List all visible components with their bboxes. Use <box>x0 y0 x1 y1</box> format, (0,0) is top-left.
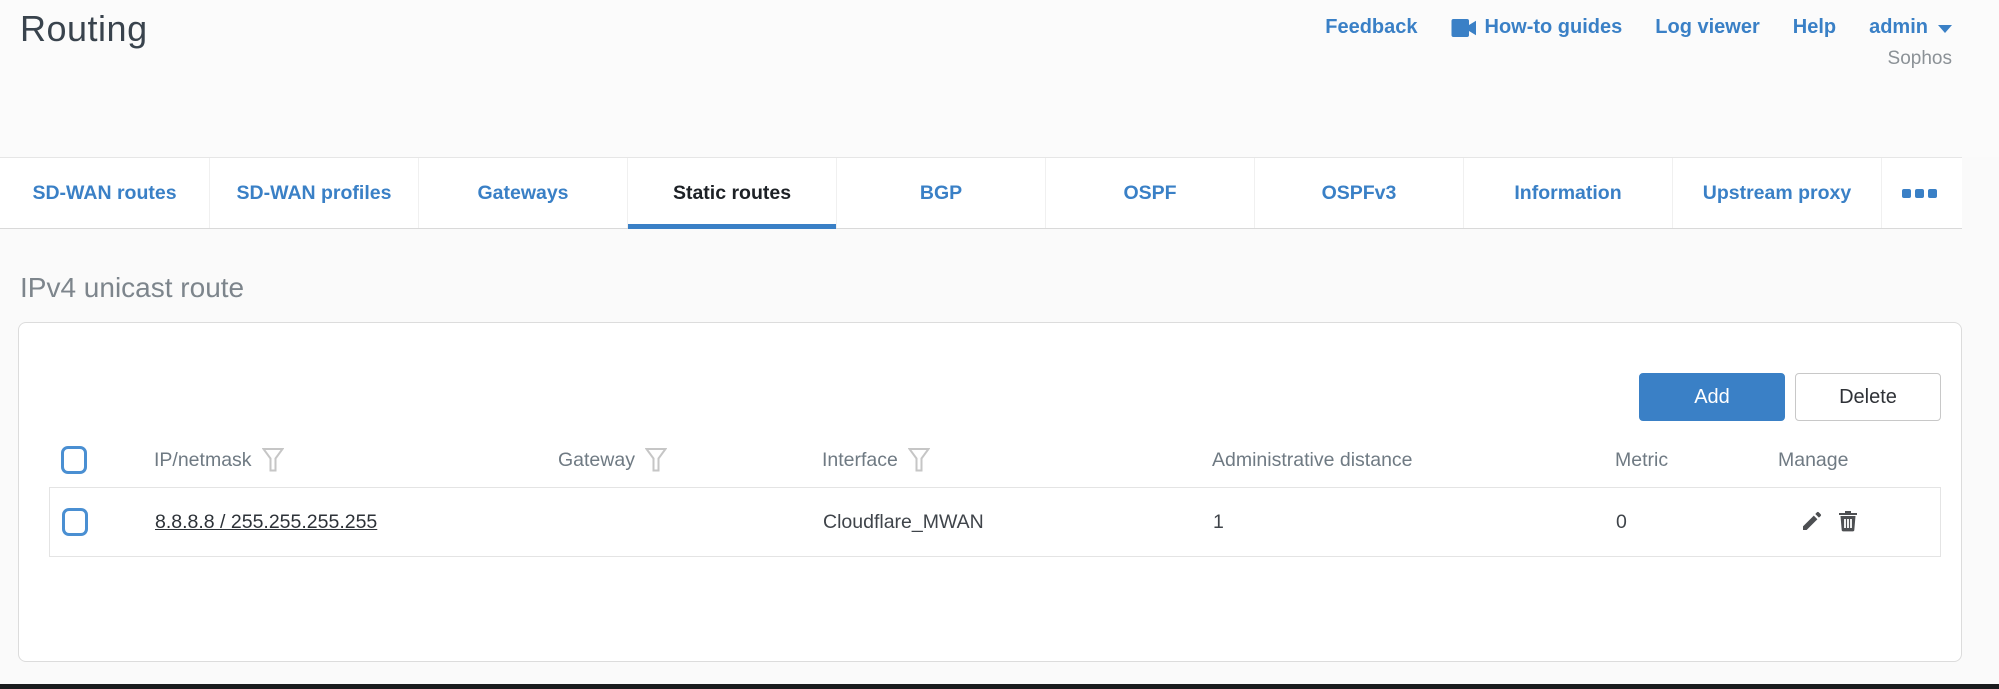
tab-bar: SD-WAN routes SD-WAN profiles Gateways S… <box>0 157 1962 229</box>
how-to-guides-link[interactable]: How-to guides <box>1451 16 1623 39</box>
tab-static-routes[interactable]: Static routes <box>627 158 836 228</box>
metric-cell: 0 <box>1616 511 1779 534</box>
filter-icon[interactable] <box>262 447 284 473</box>
ellipsis-icon <box>1902 189 1911 198</box>
tab-ospfv3[interactable]: OSPFv3 <box>1254 158 1463 228</box>
select-all-checkbox[interactable] <box>61 446 87 474</box>
feedback-link-label: Feedback <box>1325 16 1417 39</box>
row-checkbox[interactable] <box>62 508 88 536</box>
delete-button[interactable]: Delete <box>1795 373 1941 421</box>
tab-information[interactable]: Information <box>1463 158 1672 228</box>
add-button[interactable]: Add <box>1639 373 1785 421</box>
tab-sd-wan-routes[interactable]: SD-WAN routes <box>0 158 209 228</box>
column-metric: Metric <box>1615 449 1668 472</box>
route-link[interactable]: 8.8.8.8 / 255.255.255.255 <box>155 511 377 533</box>
tab-overflow-button[interactable] <box>1881 158 1957 228</box>
tab-ospf[interactable]: OSPF <box>1045 158 1254 228</box>
help-link[interactable]: Help <box>1793 16 1836 39</box>
help-label: Help <box>1793 16 1836 39</box>
tab-upstream-proxy[interactable]: Upstream proxy <box>1672 158 1881 228</box>
feedback-link[interactable]: Feedback <box>1325 16 1417 39</box>
brand-label: Sophos <box>1888 48 1952 70</box>
log-viewer-label: Log viewer <box>1655 16 1759 39</box>
ipv4-unicast-route-panel: Add Delete IP/netmask Gateway Interfac <box>18 322 1962 662</box>
column-administrative-distance: Administrative distance <box>1212 449 1413 472</box>
column-interface: Interface <box>822 449 898 472</box>
column-manage: Manage <box>1778 449 1848 472</box>
routing-page: Routing Feedback How-to guides Log viewe… <box>0 0 1999 689</box>
chevron-down-icon <box>1938 25 1952 33</box>
page-title: Routing <box>20 8 148 50</box>
administrative-distance-cell: 1 <box>1213 511 1616 534</box>
admin-menu[interactable]: admin <box>1869 16 1952 39</box>
how-to-guides-label: How-to guides <box>1485 16 1623 39</box>
admin-label: admin <box>1869 16 1928 39</box>
header-links: Feedback How-to guides Log viewer Help a… <box>1325 16 1952 39</box>
log-viewer-link[interactable]: Log viewer <box>1655 16 1759 39</box>
section-title: IPv4 unicast route <box>20 272 244 304</box>
interface-cell: Cloudflare_MWAN <box>823 511 1213 534</box>
screen-edge-bar <box>0 684 1999 689</box>
trash-icon <box>1836 509 1860 536</box>
table-row: 8.8.8.8 / 255.255.255.255 Cloudflare_MWA… <box>49 487 1941 557</box>
edit-button[interactable] <box>1799 509 1825 535</box>
tab-sd-wan-profiles[interactable]: SD-WAN profiles <box>209 158 418 228</box>
filter-icon[interactable] <box>908 447 930 473</box>
tab-bgp[interactable]: BGP <box>836 158 1045 228</box>
pencil-icon <box>1800 509 1824 536</box>
tab-gateways[interactable]: Gateways <box>418 158 627 228</box>
column-gateway: Gateway <box>558 449 635 472</box>
filter-icon[interactable] <box>645 447 667 473</box>
table-header-row: IP/netmask Gateway Interface Administrat… <box>49 437 1941 483</box>
delete-row-button[interactable] <box>1835 509 1861 535</box>
video-camera-icon <box>1451 17 1477 39</box>
column-ip-netmask: IP/netmask <box>154 449 252 472</box>
page-header: Routing Feedback How-to guides Log viewe… <box>0 0 1999 157</box>
table-toolbar: Add Delete <box>49 373 1941 421</box>
manage-cell <box>1779 509 1940 535</box>
